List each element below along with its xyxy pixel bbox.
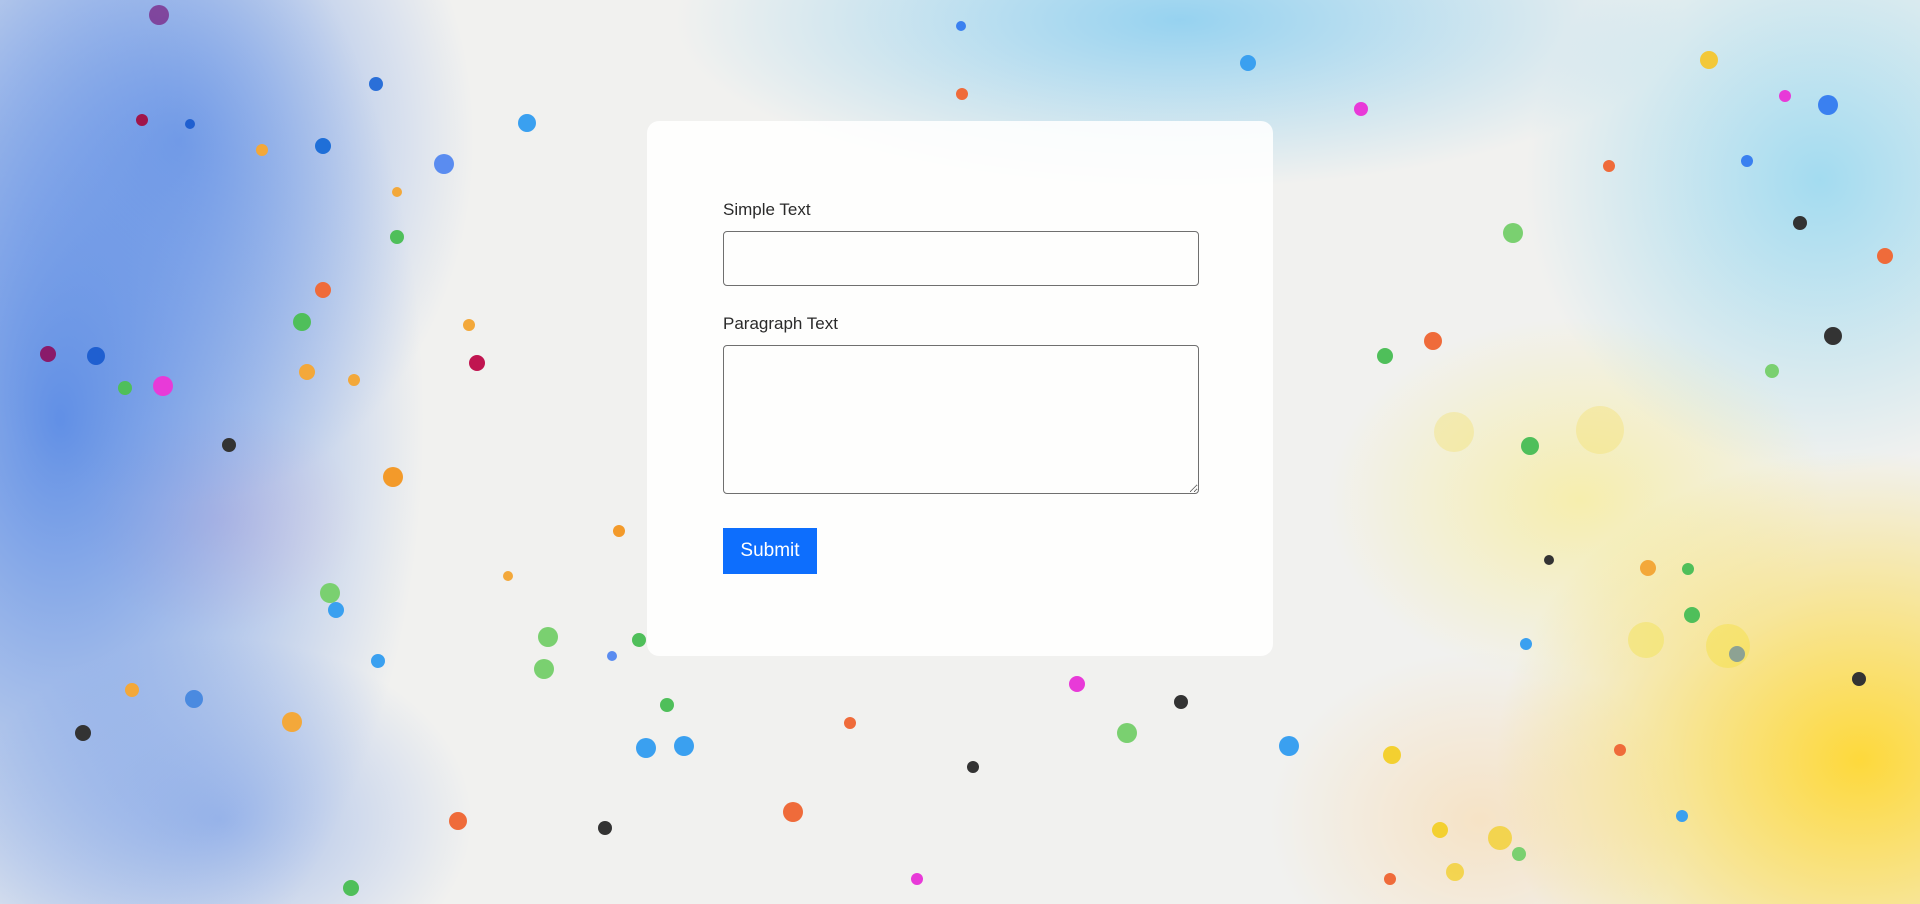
contact-form: Simple Text Paragraph Text Submit <box>723 199 1199 574</box>
simple-text-input[interactable] <box>723 231 1199 286</box>
submit-button[interactable]: Submit <box>723 528 817 574</box>
paragraph-text-label: Paragraph Text <box>723 314 838 333</box>
paragraph-text-textarea[interactable] <box>723 345 1199 494</box>
simple-text-label: Simple Text <box>723 200 811 219</box>
form-card: Simple Text Paragraph Text Submit <box>647 121 1273 656</box>
